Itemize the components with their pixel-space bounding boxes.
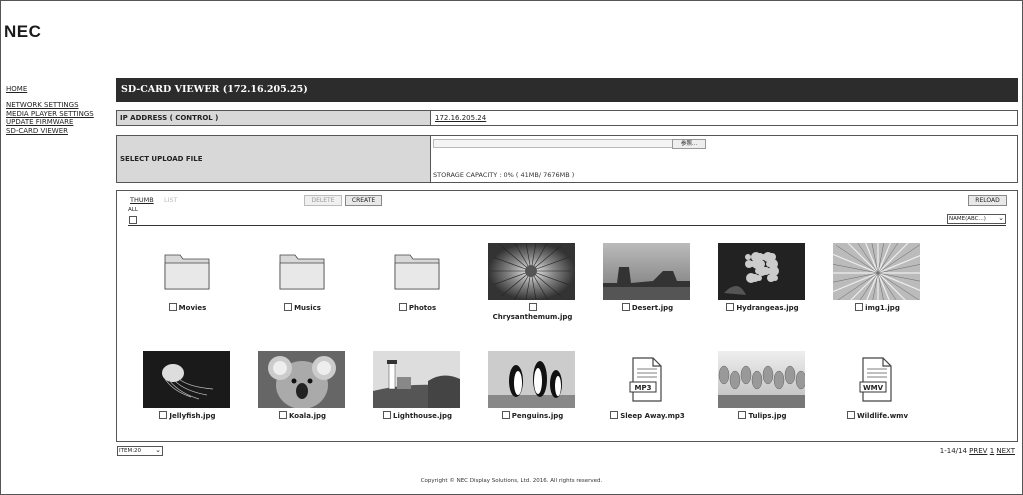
file-caption: img1.jpg — [820, 303, 935, 312]
photo-thumbnail — [373, 351, 460, 408]
file-name: Penguins.jpg — [511, 412, 564, 420]
upload-label: SELECT UPLOAD FILE — [117, 136, 431, 182]
prev-page-link[interactable]: PREV — [969, 447, 987, 455]
select-all-checkbox[interactable] — [129, 216, 137, 224]
file-checkbox[interactable] — [398, 303, 407, 311]
nec-logo: NEC — [4, 22, 42, 41]
tab-list[interactable]: LIST — [164, 196, 178, 204]
nav-link-media-player-settings[interactable]: MEDIA PLAYER SETTINGS — [6, 110, 94, 118]
create-button[interactable]: CREATE — [345, 195, 382, 206]
reload-button[interactable]: RELOAD — [968, 195, 1007, 206]
file-caption: Wildlife.wmv — [820, 411, 935, 420]
folder-icon — [143, 243, 230, 300]
file-checkbox[interactable] — [726, 303, 735, 311]
file-caption: Lighthouse.jpg — [360, 411, 475, 420]
file-checkbox[interactable] — [846, 411, 855, 419]
chevron-down-icon: ⌄ — [155, 446, 161, 454]
items-per-page-value: ITEM:20 — [119, 448, 142, 454]
svg-text:MP3: MP3 — [635, 384, 652, 392]
file-viewer: THUMB LIST DELETE CREATE RELOAD ALL NAME… — [116, 190, 1018, 442]
photo-thumbnail — [828, 223, 928, 323]
delete-button[interactable]: DELETE — [304, 195, 342, 206]
tab-thumb[interactable]: THUMB — [130, 196, 154, 204]
file-caption: Movies — [130, 303, 245, 312]
file-name: Jellyfish.jpg — [169, 412, 216, 420]
file-name: Movies — [178, 304, 207, 312]
page-number-link[interactable]: 1 — [990, 447, 994, 455]
side-nav: HOME NETWORK SETTINGS MEDIA PLAYER SETTI… — [6, 85, 94, 135]
file-name: Chrysanthemum.jpg — [492, 313, 573, 321]
file-caption: Desert.jpg — [590, 303, 705, 312]
nav-link-update-firmware[interactable]: UPDATE FIRMWARE — [6, 118, 94, 126]
ip-address-row: IP ADDRESS ( CONTROL ) 172.16.205.24 — [116, 110, 1018, 126]
photo-thumbnail — [488, 231, 575, 311]
folder-icon — [258, 243, 345, 300]
file-caption: Sleep Away.mp3 — [590, 411, 705, 420]
folder-icon — [373, 243, 460, 300]
chevron-down-icon: ⌄ — [998, 214, 1004, 222]
file-name: Photos — [408, 304, 437, 312]
sort-select[interactable]: NAME(ABC...) ⌄ — [947, 214, 1006, 224]
page-title: SD-CARD VIEWER (172.16.205.25) — [116, 78, 1018, 102]
nav-link-home[interactable]: HOME — [6, 85, 94, 93]
nav-link-network-settings[interactable]: NETWORK SETTINGS — [6, 101, 94, 109]
items-per-page-select[interactable]: ITEM:20 ⌄ — [117, 446, 163, 456]
svg-text:WMV: WMV — [863, 384, 884, 392]
pagination: 1-14/14 PREV 1 NEXT — [940, 447, 1015, 455]
sort-select-value: NAME(ABC...) — [949, 216, 986, 222]
file-caption: Jellyfish.jpg — [130, 411, 245, 420]
nav-link-sd-card-viewer[interactable]: SD-CARD VIEWER — [6, 127, 94, 135]
file-checkbox[interactable] — [610, 411, 619, 419]
file-checkbox[interactable] — [278, 411, 287, 419]
file-name: Lighthouse.jpg — [393, 412, 452, 420]
next-page-link[interactable]: NEXT — [996, 447, 1015, 455]
file-caption: Hydrangeas.jpg — [705, 303, 820, 312]
file-name: Wildlife.wmv — [856, 412, 909, 420]
photo-thumbnail — [718, 351, 807, 408]
file-name: Musics — [294, 304, 321, 312]
upload-file-field[interactable] — [433, 139, 673, 148]
all-label: ALL — [128, 207, 138, 213]
upload-row: SELECT UPLOAD FILE 参照... STORAGE CAPACIT… — [116, 135, 1018, 183]
photo-thumbnail — [258, 351, 345, 409]
photo-thumbnail — [718, 243, 805, 300]
photo-thumbnail — [143, 351, 230, 408]
file-checkbox[interactable] — [621, 303, 630, 311]
file-caption: Tulips.jpg — [705, 411, 820, 420]
file-caption: Photos — [360, 303, 475, 312]
file-checkbox[interactable] — [159, 411, 168, 419]
storage-capacity: STORAGE CAPACITY : 0% ( 41MB/ 7676MB ) — [433, 171, 575, 179]
wmv-file-icon: WMV — [833, 351, 920, 408]
page-range: 1-14/14 — [939, 447, 967, 455]
mp3-file-icon: MP3 — [603, 351, 690, 408]
file-checkbox[interactable] — [284, 303, 293, 311]
photo-thumbnail — [603, 243, 690, 300]
file-checkbox[interactable] — [501, 411, 510, 419]
file-caption: Chrysanthemum.jpg — [475, 303, 590, 321]
browse-button[interactable]: 参照... — [672, 139, 706, 149]
file-name: Tulips.jpg — [748, 412, 787, 420]
photo-thumbnail — [488, 351, 575, 408]
file-caption: Penguins.jpg — [475, 411, 590, 420]
ip-address-link[interactable]: 172.16.205.24 — [435, 114, 486, 122]
file-name: Sleep Away.mp3 — [620, 412, 685, 420]
file-name: img1.jpg — [865, 304, 900, 312]
file-caption: Musics — [245, 303, 360, 312]
file-checkbox[interactable] — [383, 411, 391, 419]
file-checkbox[interactable] — [855, 303, 864, 311]
file-checkbox[interactable] — [168, 303, 177, 311]
file-name: Desert.jpg — [631, 304, 674, 312]
file-checkbox[interactable] — [738, 411, 747, 419]
file-name: Hydrangeas.jpg — [736, 304, 799, 312]
select-all-row: ALL NAME(ABC...) ⌄ — [128, 207, 1006, 226]
copyright-text: Copyright © NEC Display Solutions, Ltd. … — [420, 478, 603, 484]
file-caption: Koala.jpg — [245, 411, 360, 420]
file-name: Koala.jpg — [288, 412, 327, 420]
file-checkbox[interactable] — [528, 303, 537, 311]
ip-address-label: IP ADDRESS ( CONTROL ) — [117, 111, 431, 125]
